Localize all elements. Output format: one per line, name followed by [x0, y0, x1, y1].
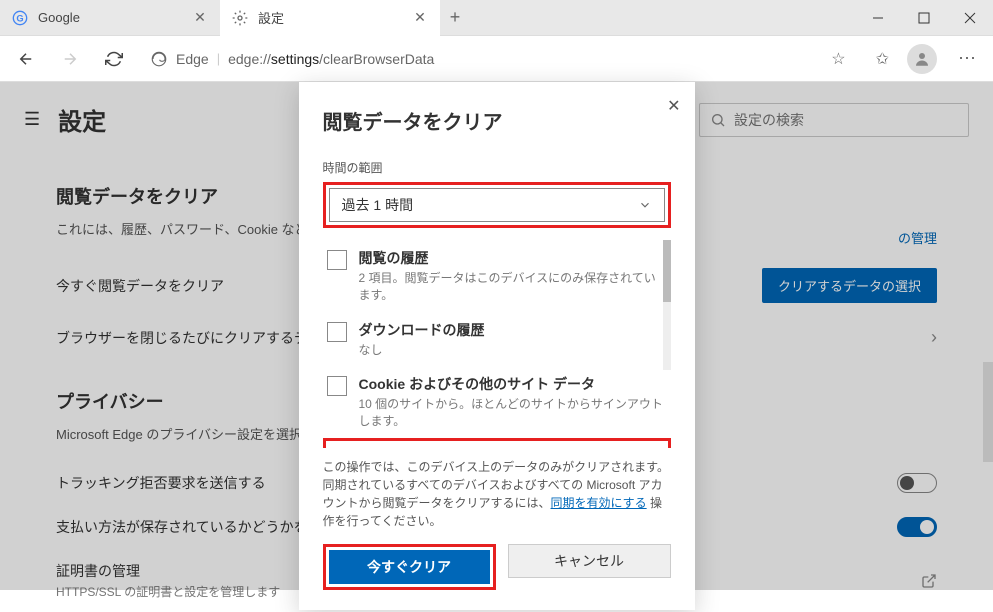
tab-title: 設定	[258, 8, 402, 27]
maximize-button[interactable]	[901, 0, 947, 36]
time-range-select[interactable]: 過去 1 時間	[329, 188, 665, 222]
scrollbar-thumb[interactable]	[663, 240, 671, 302]
checkbox[interactable]	[327, 250, 347, 270]
time-range-label: 時間の範囲	[323, 159, 671, 176]
checkbox[interactable]	[327, 322, 347, 342]
chevron-down-icon	[638, 198, 652, 212]
profile-button[interactable]	[907, 44, 937, 74]
check-cookies[interactable]: Cookie およびその他のサイト データ 10 個のサイトから。ほとんどのサイ…	[323, 366, 671, 438]
checkbox[interactable]	[327, 376, 347, 396]
favorites-bar-icon[interactable]: ✩	[870, 49, 895, 69]
check-download-history[interactable]: ダウンロードの履歴 なし	[323, 312, 671, 367]
tab-title: Google	[38, 10, 182, 25]
more-button[interactable]: ⋯	[949, 41, 985, 77]
close-dialog-button[interactable]: ✕	[667, 96, 680, 116]
url-text: edge://settings/clearBrowserData	[228, 51, 434, 67]
close-icon[interactable]: ✕	[412, 10, 428, 26]
dialog-footer-text: この操作では、このデバイス上のデータのみがクリアされます。同期されているすべての…	[323, 458, 671, 530]
dialog-title: 閲覧データをクリア	[323, 106, 671, 135]
svg-text:G: G	[16, 13, 23, 23]
back-button[interactable]	[8, 41, 44, 77]
address-bar[interactable]: Edge | edge://settings/clearBrowserData …	[140, 43, 862, 75]
check-cached-images[interactable]: キャッシュされた画像とファイル 11.9 MB 未満を解放します。一部のサイトで…	[329, 444, 665, 448]
google-favicon-icon: G	[12, 10, 28, 26]
url-scheme-label: Edge	[176, 51, 209, 67]
new-tab-button[interactable]: +	[440, 7, 470, 28]
gear-icon	[232, 10, 248, 26]
forward-button[interactable]	[52, 41, 88, 77]
clear-now-button[interactable]: 今すぐクリア	[329, 550, 490, 584]
minimize-button[interactable]	[855, 0, 901, 36]
check-browsing-history[interactable]: 閲覧の履歴 2 項目。閲覧データはこのデバイスにのみ保存されています。	[323, 240, 671, 312]
tab-google[interactable]: G Google ✕	[0, 0, 220, 36]
page-scrollbar[interactable]	[983, 362, 993, 462]
refresh-button[interactable]	[96, 41, 132, 77]
tab-settings[interactable]: 設定 ✕	[220, 0, 440, 36]
cancel-button[interactable]: キャンセル	[508, 544, 671, 578]
favorite-icon[interactable]: ☆	[825, 49, 851, 69]
edge-icon	[150, 50, 168, 68]
clear-data-dialog: ✕ 閲覧データをクリア 時間の範囲 過去 1 時間 閲覧の履歴 2 項目。閲覧デ…	[299, 82, 695, 610]
close-window-button[interactable]	[947, 0, 993, 36]
close-icon[interactable]: ✕	[192, 10, 208, 26]
enable-sync-link[interactable]: 同期を有効にする	[551, 496, 647, 510]
